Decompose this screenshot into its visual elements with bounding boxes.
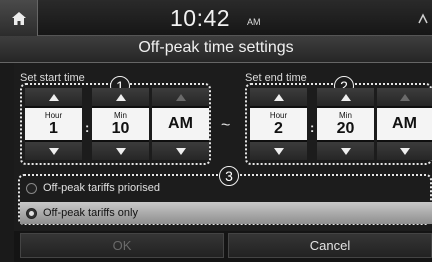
start-hour-picker: Hour 1 xyxy=(25,88,82,160)
cancel-button[interactable]: Cancel xyxy=(228,233,432,258)
end-hour-picker: Hour 2 xyxy=(250,88,307,160)
end-time-colon: : xyxy=(310,120,315,135)
end-hour-number: 2 xyxy=(274,120,283,137)
option-tariffs-only[interactable]: Off-peak tariffs only xyxy=(20,202,432,224)
triangle-down-icon xyxy=(399,147,410,155)
end-hour-up-button[interactable] xyxy=(250,88,307,106)
start-period-up-button[interactable] xyxy=(152,88,209,106)
end-minute-down-button[interactable] xyxy=(317,142,374,160)
home-button[interactable] xyxy=(0,0,38,36)
triangle-down-icon xyxy=(115,147,126,155)
end-period-value: AM xyxy=(377,108,432,140)
status-bar: 10:42 AM xyxy=(0,0,432,36)
dialog-titlebar: Off-peak time settings xyxy=(0,36,432,63)
start-time-colon: : xyxy=(85,120,90,135)
start-minute-up-button[interactable] xyxy=(92,88,149,106)
end-minute-value: Min 20 xyxy=(317,108,374,140)
end-period-down-button[interactable] xyxy=(377,142,432,160)
start-minute-value: Min 10 xyxy=(92,108,149,140)
option-label: Off-peak tariffs priorised xyxy=(43,182,160,194)
signal-icon xyxy=(418,13,428,24)
end-hour-caption: Hour xyxy=(269,111,288,120)
start-minute-caption: Min xyxy=(114,111,127,120)
clock-ampm: AM xyxy=(247,17,261,27)
triangle-up-icon xyxy=(340,93,351,101)
start-period-value: AM xyxy=(152,108,209,140)
start-hour-value: Hour 1 xyxy=(25,108,82,140)
end-hour-value: Hour 2 xyxy=(250,108,307,140)
button-bar: OK Cancel xyxy=(14,231,432,262)
end-minute-picker: Min 20 xyxy=(317,88,374,160)
end-period-picker: AM xyxy=(377,88,432,160)
triangle-up-icon xyxy=(175,93,186,101)
end-minute-number: 20 xyxy=(336,120,355,137)
start-hour-caption: Hour xyxy=(44,111,63,120)
triangle-up-icon xyxy=(273,93,284,101)
start-hour-down-button[interactable] xyxy=(25,142,82,160)
end-minute-up-button[interactable] xyxy=(317,88,374,106)
start-hour-number: 1 xyxy=(49,120,58,137)
start-minute-picker: Min 10 xyxy=(92,88,149,160)
triangle-down-icon xyxy=(273,147,284,155)
end-period-up-button[interactable] xyxy=(377,88,432,106)
start-minute-down-button[interactable] xyxy=(92,142,149,160)
radio-selected-icon[interactable] xyxy=(26,207,37,219)
triangle-down-icon xyxy=(175,147,186,155)
dialog-title: Off-peak time settings xyxy=(138,39,294,56)
ok-button[interactable]: OK xyxy=(20,233,224,258)
end-minute-caption: Min xyxy=(339,111,352,120)
end-period-text: AM xyxy=(392,115,417,132)
home-icon xyxy=(11,11,26,25)
start-period-down-button[interactable] xyxy=(152,142,209,160)
start-hour-up-button[interactable] xyxy=(25,88,82,106)
triangle-up-icon xyxy=(115,93,126,101)
triangle-up-icon xyxy=(48,93,59,101)
option-label: Off-peak tariffs only xyxy=(43,207,138,219)
start-period-picker: AM xyxy=(152,88,209,160)
radio-unselected-icon[interactable] xyxy=(26,182,37,194)
clock-time: 10:42 xyxy=(170,5,231,31)
triangle-down-icon xyxy=(340,147,351,155)
start-minute-number: 10 xyxy=(111,120,130,137)
triangle-up-icon xyxy=(399,93,410,101)
option-tariffs-priorised[interactable]: Off-peak tariffs priorised xyxy=(20,177,432,199)
end-hour-down-button[interactable] xyxy=(250,142,307,160)
triangle-down-icon xyxy=(48,147,59,155)
range-separator: ~ xyxy=(221,117,231,134)
start-period-text: AM xyxy=(168,115,193,132)
